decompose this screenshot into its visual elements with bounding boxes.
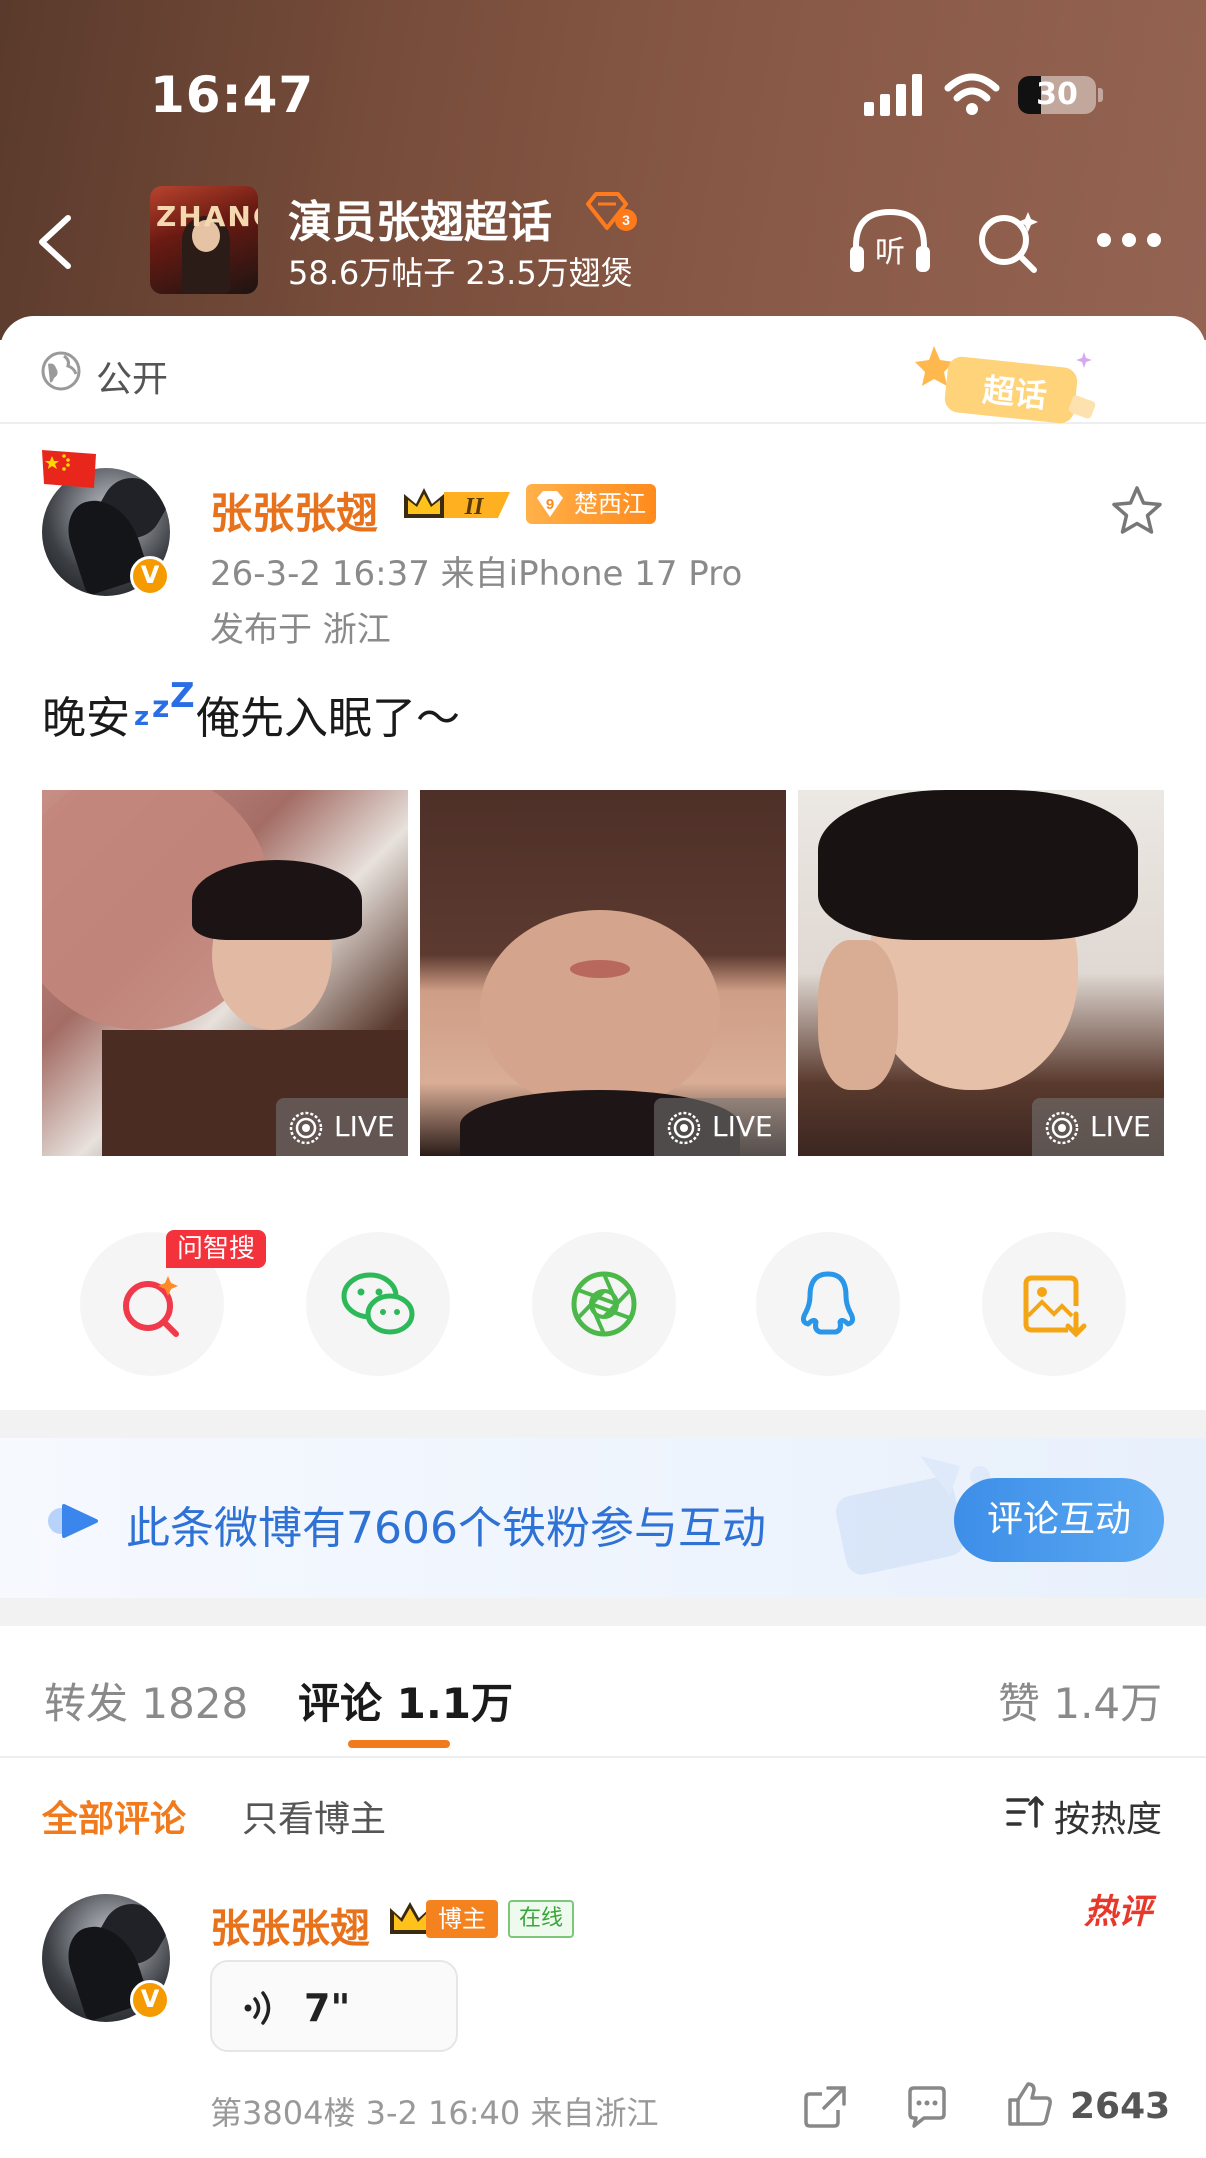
- region-level-diamond-icon: 9: [537, 491, 563, 517]
- filter-all-comments[interactable]: 全部评论: [42, 1790, 186, 1842]
- share-wechat-button[interactable]: [306, 1232, 450, 1376]
- author-name[interactable]: 张张张翅: [210, 480, 378, 541]
- tab-repost[interactable]: 转发 1828: [44, 1670, 248, 1731]
- ai-search-icon: [123, 1276, 179, 1337]
- visibility-label: 公开: [96, 359, 169, 400]
- region-badge-label: 楚西江: [574, 490, 646, 518]
- live-photo-tag: LIVE: [1032, 1098, 1164, 1156]
- photo-3-hand: [818, 940, 898, 1090]
- filter-host-only[interactable]: 只看博主: [242, 1790, 386, 1842]
- topic-title[interactable]: 演员张翅超话: [288, 186, 552, 250]
- verified-badge-icon: V: [130, 556, 170, 596]
- photo-2-face: [480, 910, 720, 1110]
- sort-by-hot-label[interactable]: 按热度: [1054, 1790, 1162, 1842]
- live-label: LIVE: [334, 1110, 395, 1143]
- save-image-icon: [1023, 1275, 1087, 1338]
- crown-level-text: II: [464, 494, 485, 520]
- live-photo-tag: LIVE: [654, 1098, 786, 1156]
- photo-1-hair: [192, 860, 362, 940]
- topic-nav-bar: ZHANG 演员张翅超话 3 58.6万帖子 23.5万翅煲 听: [0, 170, 1206, 310]
- comment-filter-row: 全部评论 只看博主 按热度: [0, 1760, 1206, 1860]
- share-qq-button[interactable]: [756, 1232, 900, 1376]
- post-time-source: 26-3-2 16:37 来自iPhone 17 Pro: [210, 554, 743, 594]
- chaohua-stamp-text: 超话: [981, 371, 1049, 415]
- post-text: 晚安 z z Z 俺先入眠了～: [42, 676, 460, 744]
- comment-like-count: 2643: [1070, 2086, 1171, 2127]
- post-text-before: 晚安: [42, 693, 130, 744]
- comment-share-icon[interactable]: [802, 2084, 848, 2130]
- live-photo-icon: [1045, 1111, 1079, 1145]
- post-photo-2[interactable]: LIVE: [420, 790, 786, 1156]
- section-divider: [0, 1598, 1206, 1626]
- listen-headphones-icon[interactable]: 听: [848, 206, 932, 276]
- tab-comments[interactable]: 评论 1.1万: [298, 1670, 513, 1731]
- photo-2-lips: [570, 960, 630, 978]
- host-badge: 博主: [426, 1900, 498, 1938]
- battery-icon: 30: [1018, 76, 1096, 114]
- moments-aperture-icon: [571, 1271, 637, 1337]
- topic-stats: 58.6万帖子 23.5万翅煲: [288, 254, 633, 292]
- post-location: 发布于 浙江: [210, 610, 391, 650]
- zzz-letter-3: Z: [170, 676, 195, 716]
- verified-badge-icon: V: [130, 1980, 170, 2020]
- ai-search-icon[interactable]: [976, 208, 1042, 274]
- live-label: LIVE: [712, 1110, 773, 1143]
- share-save-image-button[interactable]: [982, 1232, 1126, 1376]
- active-tab-indicator: [348, 1740, 450, 1748]
- live-photo-tag: LIVE: [276, 1098, 408, 1156]
- tab-likes[interactable]: 赞 1.4万: [998, 1670, 1162, 1731]
- voice-wave-icon: [244, 1991, 271, 2025]
- post-photo-3[interactable]: LIVE: [798, 790, 1164, 1156]
- comment-like-icon[interactable]: [1006, 2080, 1054, 2128]
- wechat-icon: [341, 1272, 415, 1335]
- status-time: 16:47: [150, 66, 315, 124]
- china-flag-icon: [42, 450, 96, 488]
- photo-3-hair: [818, 790, 1138, 940]
- topic-level-badge-icon: 3: [586, 192, 637, 231]
- live-label: LIVE: [1090, 1110, 1151, 1143]
- commenter-name[interactable]: 张张张翅: [210, 1896, 370, 1954]
- sort-icon[interactable]: [1004, 1792, 1044, 1832]
- fan-interaction-icon: [48, 1504, 98, 1538]
- region-level-text: 9: [546, 496, 554, 513]
- chaohua-stamp-icon: 超话: [915, 346, 1096, 424]
- post-photo-1[interactable]: LIVE: [42, 790, 408, 1156]
- crown-level-badge-icon: II: [404, 488, 510, 520]
- globe-icon: [41, 351, 81, 391]
- back-arrow-icon[interactable]: [30, 212, 80, 272]
- region-fan-badge: 9 楚西江: [526, 484, 656, 524]
- wifi-icon: [944, 73, 1000, 115]
- post-tabs: 转发 1828 评论 1.1万 赞 1.4万: [0, 1626, 1206, 1758]
- hot-comment-tag: 热评: [1084, 1892, 1152, 1932]
- voice-duration: 7": [304, 1986, 351, 2030]
- zzz-letter-1: z: [134, 702, 150, 732]
- voice-message-bubble[interactable]: 7": [210, 1960, 458, 2052]
- online-badge: 在线: [508, 1900, 574, 1938]
- zzz-sleep-icon: zzZ: [130, 676, 196, 742]
- section-divider: [0, 1410, 1206, 1438]
- live-photo-icon: [289, 1111, 323, 1145]
- svg-text:听: 听: [875, 235, 905, 270]
- topic-thumbnail[interactable]: ZHANG: [150, 186, 258, 294]
- svg-text:3: 3: [622, 212, 630, 228]
- ai-search-tag: 问智搜: [166, 1230, 266, 1268]
- status-bar: 16:47 30: [0, 0, 1206, 150]
- live-photo-icon: [667, 1111, 701, 1145]
- post-text-after: 俺先入眠了～: [196, 693, 460, 744]
- favorite-star-icon[interactable]: [1110, 484, 1164, 538]
- zzz-letter-2: z: [152, 690, 170, 725]
- cellular-signal-icon: [864, 74, 922, 116]
- comment-meta: 第3804楼 3-2 16:40 来自浙江: [210, 2094, 659, 2132]
- thumbnail-lettering: ZHANG: [156, 200, 258, 233]
- share-moments-button[interactable]: [532, 1232, 676, 1376]
- battery-percent: 30: [1036, 77, 1078, 112]
- comment-interact-button[interactable]: 评论互动: [954, 1478, 1164, 1562]
- qq-penguin-icon: [800, 1271, 856, 1335]
- battery-nub: [1098, 88, 1103, 102]
- comment-reply-icon[interactable]: [904, 2084, 950, 2130]
- more-options-icon[interactable]: [1094, 230, 1164, 250]
- iron-fan-text: 此条微博有7606个铁粉参与互动: [126, 1503, 766, 1554]
- iron-fan-banner[interactable]: 此条微博有7606个铁粉参与互动 评论互动: [0, 1438, 1206, 1598]
